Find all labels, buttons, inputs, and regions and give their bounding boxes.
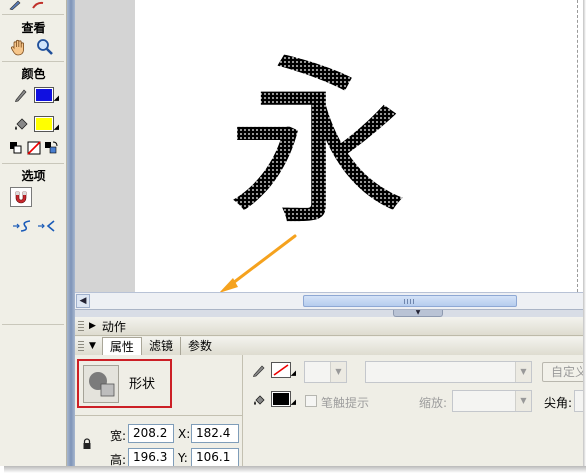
custom-button[interactable]: 自定义 [542,362,586,382]
view-section-header: 查看 [21,21,46,35]
hand-icon[interactable] [10,38,28,56]
separator [2,61,64,62]
horizontal-scrollbar[interactable]: ◀ [75,292,586,309]
scale-label: 缩放: [419,396,448,410]
stroke-style-dropdown[interactable]: ▼ [365,361,532,383]
fill-color-swatch[interactable]: ◢ [34,116,59,132]
separator [2,324,64,325]
stage-drawing: 永 [219,38,409,292]
scroll-left-icon[interactable]: ◀ [76,294,90,308]
fill-color-swatch[interactable]: ◢ [271,391,296,407]
chevron-down-icon: ▼ [330,362,346,382]
stage-canvas[interactable]: 永 [135,0,586,292]
tab-properties[interactable]: 属性 [101,337,142,355]
x-field[interactable]: 182.4 [191,424,239,443]
separator [2,14,64,15]
scrollbar-thumb[interactable] [303,295,517,307]
paint-bucket-icon [12,114,30,132]
stroke-hint-label: 笔触提示 [321,396,370,410]
window-shadow [4,466,586,473]
actions-panel-bar[interactable]: ▶ 动作 [75,317,586,336]
shape-type-label: 形状 [129,377,156,392]
width-label: 宽: [110,429,127,443]
paint-bucket-icon [251,391,267,407]
pencil-icon[interactable] [6,0,24,10]
width-field[interactable]: 208.2 [128,424,174,443]
straighten-icon[interactable] [37,217,59,235]
panel-collapse-strip[interactable]: ▼ [75,309,586,317]
actions-panel-title[interactable]: 动作 [102,318,126,335]
selected-character: 永 [227,38,409,250]
chevron-down-icon: ▼ [515,362,531,382]
shape-type-icon [83,365,119,403]
dropdown-arrow-icon: ◢ [290,369,296,377]
shape-highlight-box: 形状 [77,359,172,408]
cap-label: 尖角: [544,396,573,410]
colors-section-header: 颜色 [21,67,46,81]
stroke-color-swatch[interactable]: ◢ [271,362,296,378]
tools-panel: 查看 颜色 ◢ ◢ 选项 [0,0,67,466]
separator [2,163,64,164]
panel-divider[interactable] [67,0,75,466]
black-white-icon[interactable] [9,141,23,155]
tab-filters[interactable]: 滤镜 [142,337,181,355]
options-section-header: 选项 [21,169,46,183]
chevron-down-icon: ▼ [515,391,531,411]
swap-colors-icon[interactable] [44,141,58,155]
grip-icon[interactable] [78,340,84,352]
bottom-panels: ▶ 动作 ▼ 属性 滤镜 参数 形状 宽: 208.2 X: 182.4 高: … [75,317,586,467]
lock-icon[interactable] [81,437,93,451]
smooth-icon[interactable] [12,217,34,235]
stroke-color-fill [36,89,52,101]
zoom-icon[interactable] [36,38,54,56]
dropdown-arrow-icon: ◢ [53,94,59,102]
collapse-arrow-icon[interactable]: ▼ [393,310,443,317]
x-label: X: [178,427,191,441]
scale-dropdown[interactable]: ▼ [452,390,532,412]
snap-magnet-icon[interactable] [10,187,32,207]
dropdown-arrow-icon: ◢ [53,123,59,131]
fill-color-fill [273,393,289,405]
stroke-hint-checkbox[interactable] [305,395,317,407]
no-color-icon [273,364,289,376]
stroke-color-swatch[interactable]: ◢ [34,87,59,103]
stroke-height-dropdown[interactable]: ▼ [304,361,347,383]
stroke-pencil-icon [251,362,267,378]
y-field[interactable]: 106.1 [191,448,239,467]
collapse-triangle-icon[interactable]: ▼ [89,341,96,351]
separator [75,415,242,416]
properties-panel-body: 形状 宽: 208.2 X: 182.4 高: 196.3 Y: 106.1 ◢ [75,355,586,467]
expand-triangle-icon[interactable]: ▶ [89,321,96,331]
y-label: Y: [178,451,188,465]
flash-window: 查看 颜色 ◢ ◢ 选项 永 ◀ ▼ ▶ 动作 ▼ 属性 滤镜 参数 形状 宽:… [0,0,586,473]
tab-parameters[interactable]: 参数 [181,337,219,355]
stroke-pencil-icon [12,86,30,104]
shape-character-yong[interactable]: 永 [227,38,409,250]
brush-icon[interactable] [30,0,48,10]
no-color-icon[interactable] [27,141,41,155]
grip-icon[interactable] [78,320,84,332]
properties-panel-bar: ▼ 属性 滤镜 参数 [75,337,586,356]
dropdown-arrow-icon: ◢ [290,398,296,406]
stage-pasteboard: 永 [75,0,586,292]
grip-icon [404,299,416,304]
fill-color-fill [36,118,52,130]
separator [242,355,243,466]
height-field[interactable]: 196.3 [128,448,174,467]
